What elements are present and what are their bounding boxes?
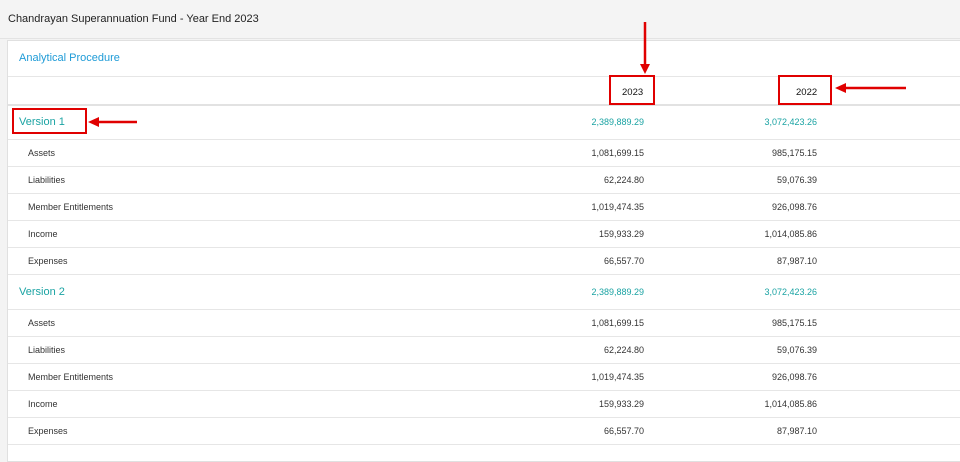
annotation-arrows: [88, 22, 906, 127]
arrow-left-icon: [835, 83, 906, 93]
arrow-down-icon: [640, 22, 650, 74]
arrow-left-icon: [88, 117, 137, 127]
